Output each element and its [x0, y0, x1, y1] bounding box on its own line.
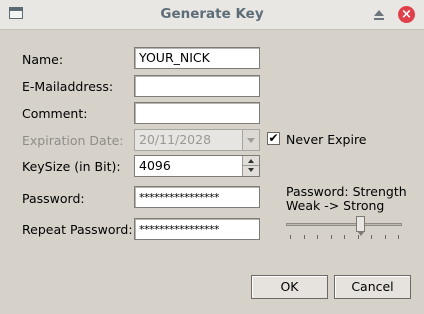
never-expire-checkbox[interactable]: ✔	[267, 132, 280, 145]
slider-tick	[317, 235, 318, 239]
never-expire-label[interactable]: Never Expire	[286, 132, 367, 147]
keysize-value[interactable]: 4096	[139, 158, 171, 173]
repeat-password-input[interactable]: ****************	[134, 218, 260, 240]
expiration-label: Expiration Date:	[22, 133, 124, 148]
expiration-date-combo: 20/11/2028	[134, 129, 260, 151]
title-bar: Generate Key ×	[0, 0, 424, 30]
email-label: E-Mailaddress:	[22, 79, 114, 94]
strength-scale-label: Weak -> Strong	[286, 198, 385, 213]
maximize-icon[interactable]	[374, 10, 384, 20]
repeat-password-label: Repeat Password:	[22, 222, 133, 237]
name-input[interactable]: YOUR_NICK	[134, 47, 260, 69]
ok-button[interactable]: OK	[251, 275, 328, 299]
slider-tick	[384, 235, 386, 239]
close-icon[interactable]: ×	[398, 6, 415, 23]
keysize-label: KeySize (in Bit):	[22, 159, 121, 174]
password-label: Password:	[22, 191, 85, 206]
comment-label: Comment:	[22, 106, 88, 121]
email-input[interactable]	[134, 75, 260, 97]
spin-down-icon[interactable]	[242, 166, 259, 176]
slider-handle	[356, 216, 366, 236]
password-input[interactable]: ****************	[134, 186, 260, 208]
name-label: Name:	[22, 52, 64, 67]
slider-tick	[357, 235, 359, 239]
slider-tick	[371, 235, 372, 239]
spin-up-icon[interactable]	[242, 156, 259, 166]
slider-tick	[398, 235, 399, 239]
comment-input[interactable]	[134, 102, 260, 124]
slider-tick	[330, 235, 332, 239]
strength-slider	[286, 214, 402, 242]
cancel-button[interactable]: Cancel	[334, 275, 411, 299]
window-title: Generate Key	[160, 6, 264, 22]
strength-label: Password: Strength	[286, 184, 407, 199]
slider-tick	[303, 235, 305, 239]
slider-tick	[344, 235, 345, 239]
keysize-spinbox[interactable]: 4096	[134, 155, 260, 177]
slider-groove	[286, 223, 402, 226]
expiration-date-value: 20/11/2028	[139, 132, 212, 147]
slider-tick	[290, 235, 291, 239]
chevron-down-icon	[242, 130, 259, 150]
